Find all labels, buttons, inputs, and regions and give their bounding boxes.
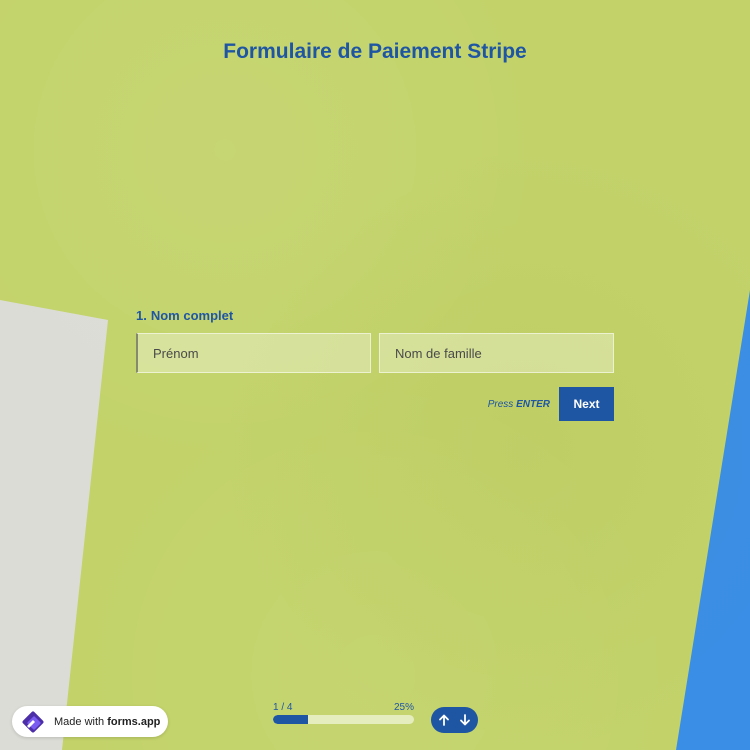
question-navigation: [431, 707, 478, 733]
press-text: Press: [487, 398, 514, 410]
question-text: Nom complet: [150, 308, 234, 323]
background-blue-shape: [676, 290, 750, 750]
progress-percent: 25%: [393, 702, 414, 713]
enter-key-text: ENTER: [516, 398, 550, 410]
progress-track: [273, 715, 414, 724]
arrow-down-icon: [460, 714, 471, 726]
press-enter-hint: Press ENTER: [488, 399, 550, 410]
question-full-name: 1. Nom complet: [136, 308, 614, 373]
next-button[interactable]: Next: [559, 387, 614, 421]
background-gray-shape: [0, 300, 108, 750]
made-with-forms-app-badge[interactable]: Made with forms.app: [12, 706, 168, 737]
previous-question-button[interactable]: [435, 711, 453, 729]
question-actions: Press ENTER Next: [488, 387, 614, 421]
progress-fill: [273, 715, 309, 724]
question-label: 1. Nom complet: [136, 308, 614, 324]
name-fields: [136, 333, 614, 373]
progress-indicator: 1 / 4 25%: [273, 702, 414, 724]
badge-brand: forms.app: [107, 715, 161, 728]
badge-made-with: Made with: [54, 715, 105, 728]
progress-labels: 1 / 4 25%: [273, 702, 414, 714]
first-name-input[interactable]: [136, 333, 371, 373]
next-question-button[interactable]: [456, 711, 474, 729]
form-title: Formulaire de Paiement Stripe: [223, 40, 527, 63]
forms-app-logo-icon: [22, 711, 44, 732]
arrow-up-icon: [438, 714, 449, 726]
last-name-input[interactable]: [379, 333, 614, 373]
background-texture: [0, 0, 750, 750]
progress-step: 1 / 4: [273, 702, 293, 713]
question-number: 1.: [136, 308, 147, 323]
badge-text: Made with forms.app: [54, 716, 160, 728]
